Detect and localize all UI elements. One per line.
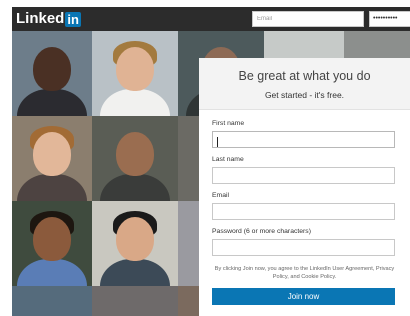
photo-tile	[12, 201, 92, 286]
signin-email-input[interactable]	[252, 11, 364, 27]
top-navigation-bar: Linkedin ••••••••••	[12, 7, 410, 31]
signup-title: Be great at what you do	[238, 69, 371, 83]
join-now-button[interactable]: Join now	[212, 288, 395, 305]
page: Linkedin •••••••••• Be great at what you…	[0, 0, 410, 316]
signup-header: Be great at what you do Get started - it…	[199, 58, 410, 110]
logo-text: Linked	[16, 10, 65, 27]
password-field[interactable]	[212, 239, 395, 256]
last-name-field[interactable]	[212, 167, 395, 184]
first-name-field[interactable]	[212, 131, 395, 148]
password-label: Password (6 or more characters)	[212, 228, 311, 235]
last-name-label: Last name	[212, 156, 244, 163]
photo-tile	[12, 286, 92, 316]
text-caret	[217, 137, 218, 147]
signin-password-input[interactable]: ••••••••••	[369, 11, 410, 27]
signup-form: First name Last name Email Password (6 o…	[199, 119, 410, 305]
email-label: Email	[212, 192, 229, 199]
photo-tile	[12, 31, 92, 116]
photo-tile	[92, 286, 178, 316]
logo-badge: in	[65, 11, 81, 27]
photo-tile	[92, 31, 178, 116]
photo-tile	[92, 116, 178, 201]
first-name-label: First name	[212, 120, 245, 127]
linkedin-logo[interactable]: Linked in	[16, 10, 81, 28]
email-field[interactable]	[212, 203, 395, 220]
signup-subtitle: Get started - it's free.	[264, 90, 345, 100]
signup-panel: Be great at what you do Get started - it…	[199, 58, 410, 316]
terms-notice: By clicking Join now, you agree to the L…	[214, 266, 395, 280]
photo-tile	[92, 201, 178, 286]
photo-tile	[12, 116, 92, 201]
